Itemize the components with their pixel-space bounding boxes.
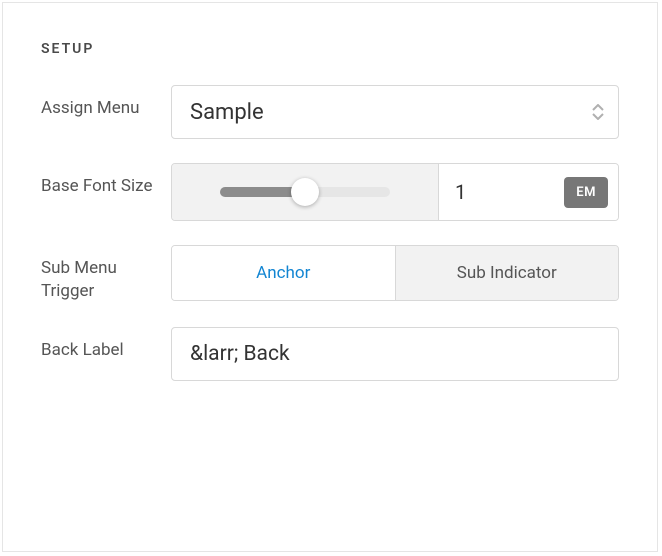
section-title: SETUP — [41, 41, 619, 57]
back-label-label: Back Label — [41, 327, 171, 362]
back-label-value: &larr; Back — [190, 342, 290, 366]
back-label-input[interactable]: &larr; Back — [171, 327, 619, 381]
assign-menu-value: Sample — [190, 100, 264, 125]
segment-anchor[interactable]: Anchor — [172, 246, 395, 300]
sub-menu-trigger-segmented: Anchor Sub Indicator — [171, 245, 619, 301]
base-font-size-control: 1 EM — [171, 163, 619, 221]
row-assign-menu: Assign Menu Sample — [41, 85, 619, 139]
slider-track — [220, 187, 390, 197]
segment-sub-indicator[interactable]: Sub Indicator — [395, 246, 619, 300]
unit-badge[interactable]: EM — [564, 177, 608, 208]
base-font-size-label: Base Font Size — [41, 163, 171, 198]
slider-thumb[interactable] — [291, 178, 319, 206]
chevron-updown-icon — [592, 104, 604, 120]
assign-menu-label: Assign Menu — [41, 85, 171, 120]
row-base-font-size: Base Font Size 1 EM — [41, 163, 619, 221]
base-font-size-value: 1 — [455, 180, 554, 204]
row-sub-menu-trigger: Sub Menu Trigger Anchor Sub Indicator — [41, 245, 619, 303]
sub-menu-trigger-label: Sub Menu Trigger — [41, 245, 171, 303]
base-font-size-value-area[interactable]: 1 EM — [438, 164, 618, 220]
base-font-size-slider[interactable] — [172, 164, 438, 220]
row-back-label: Back Label &larr; Back — [41, 327, 619, 381]
setup-panel: SETUP Assign Menu Sample Base Font Size — [2, 2, 658, 552]
assign-menu-select[interactable]: Sample — [171, 85, 619, 139]
